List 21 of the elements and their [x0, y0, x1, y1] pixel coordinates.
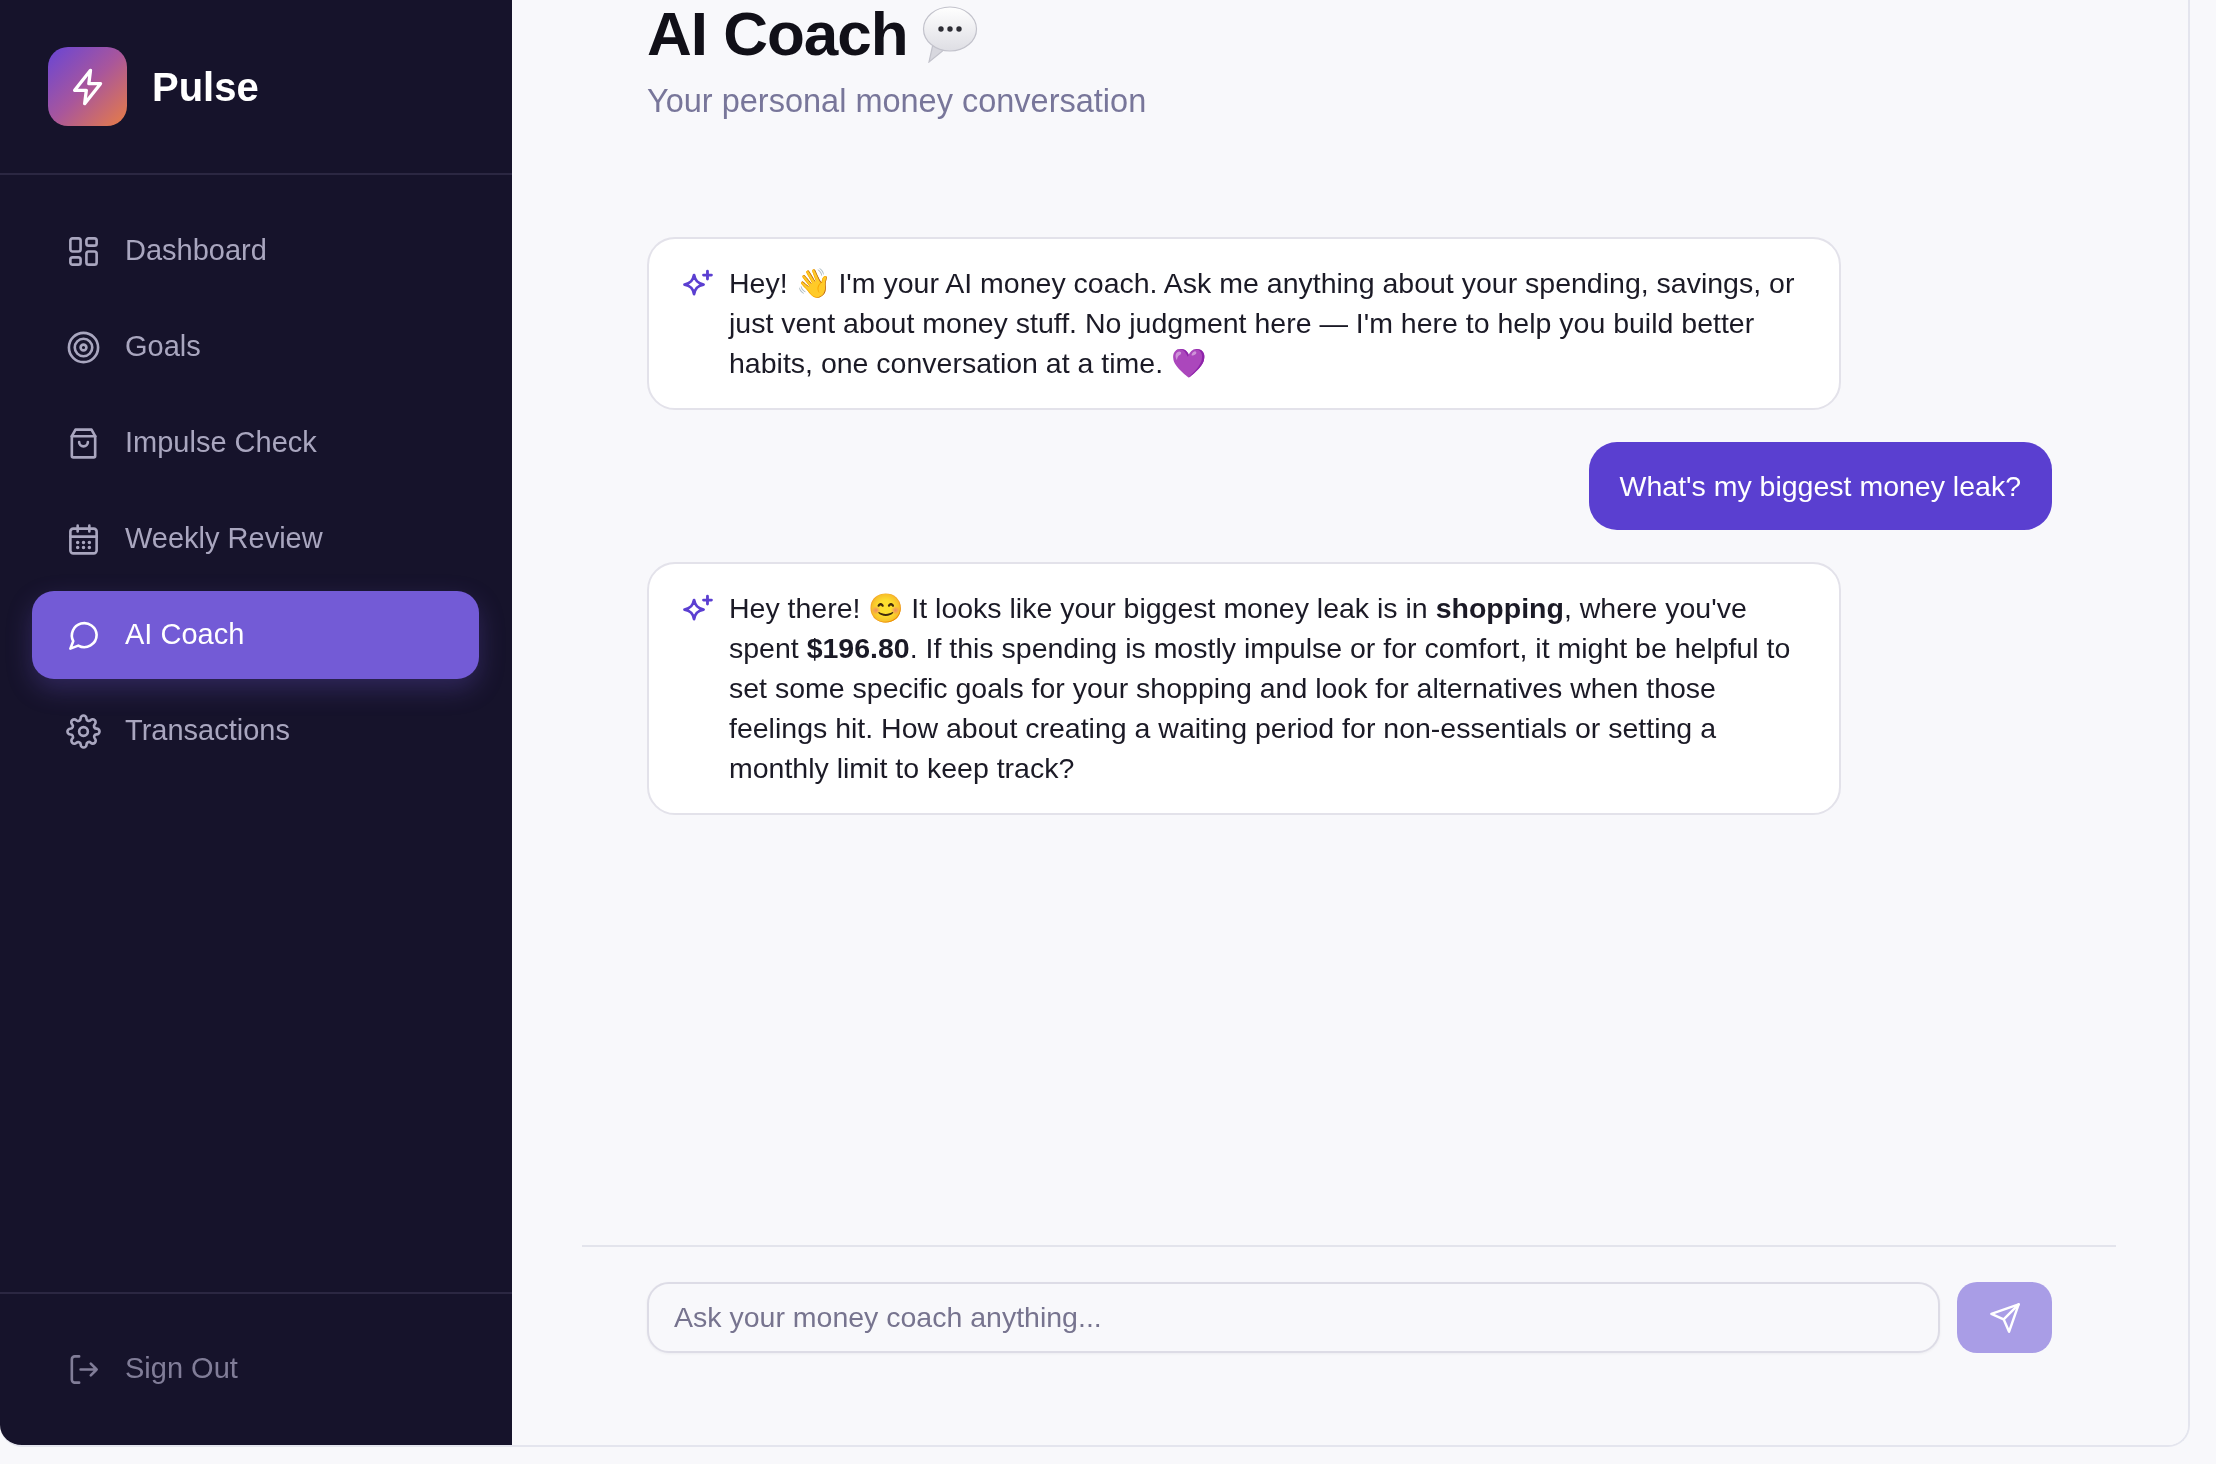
- nav-item[interactable]: AI Coach: [32, 591, 479, 679]
- message-input[interactable]: Ask your money coach anything...: [647, 1282, 1940, 1353]
- sparkle-icon: [683, 593, 713, 623]
- page-subtitle: Your personal money conversation: [647, 82, 1148, 120]
- nav-item[interactable]: Goals: [32, 303, 479, 391]
- sign-out-link[interactable]: Sign Out: [32, 1325, 479, 1413]
- nav-item[interactable]: Weekly Review: [32, 495, 479, 583]
- gear-icon: [66, 713, 101, 749]
- nav-item[interactable]: Impulse Check: [32, 399, 479, 487]
- calendar-icon: [66, 521, 101, 557]
- nav-item[interactable]: Dashboard: [32, 207, 479, 295]
- sparkle-icon: [683, 268, 713, 298]
- send-icon: [1989, 1302, 2020, 1333]
- lightning-logo-icon: [48, 47, 127, 126]
- page-title: AI Coach: [647, 0, 908, 68]
- user-message: What's my biggest money leak?: [1588, 442, 2052, 530]
- brand-name: Pulse: [152, 63, 259, 111]
- nav-item[interactable]: Transactions: [32, 687, 479, 775]
- message-text: Hey there! 😊 It looks like your biggest money leak is in shopping, where you've spent $196.80. If this spending is mostly impulse or for comfort, it might be helpful to set some specific goals for your shopping and look for alternatives when those feelings hit. How about creating a waiting period for non-essentials or setting a monthly limit to keep track?: [729, 591, 1792, 786]
- target-icon: [66, 329, 101, 365]
- message-text: Hey! 👋 I'm your AI money coach. Ask me anything about your spending, savings, or just vent about money stuff. No judgment here — I'm here to help you build better habits, one conversation at a time. 💜: [729, 266, 1796, 381]
